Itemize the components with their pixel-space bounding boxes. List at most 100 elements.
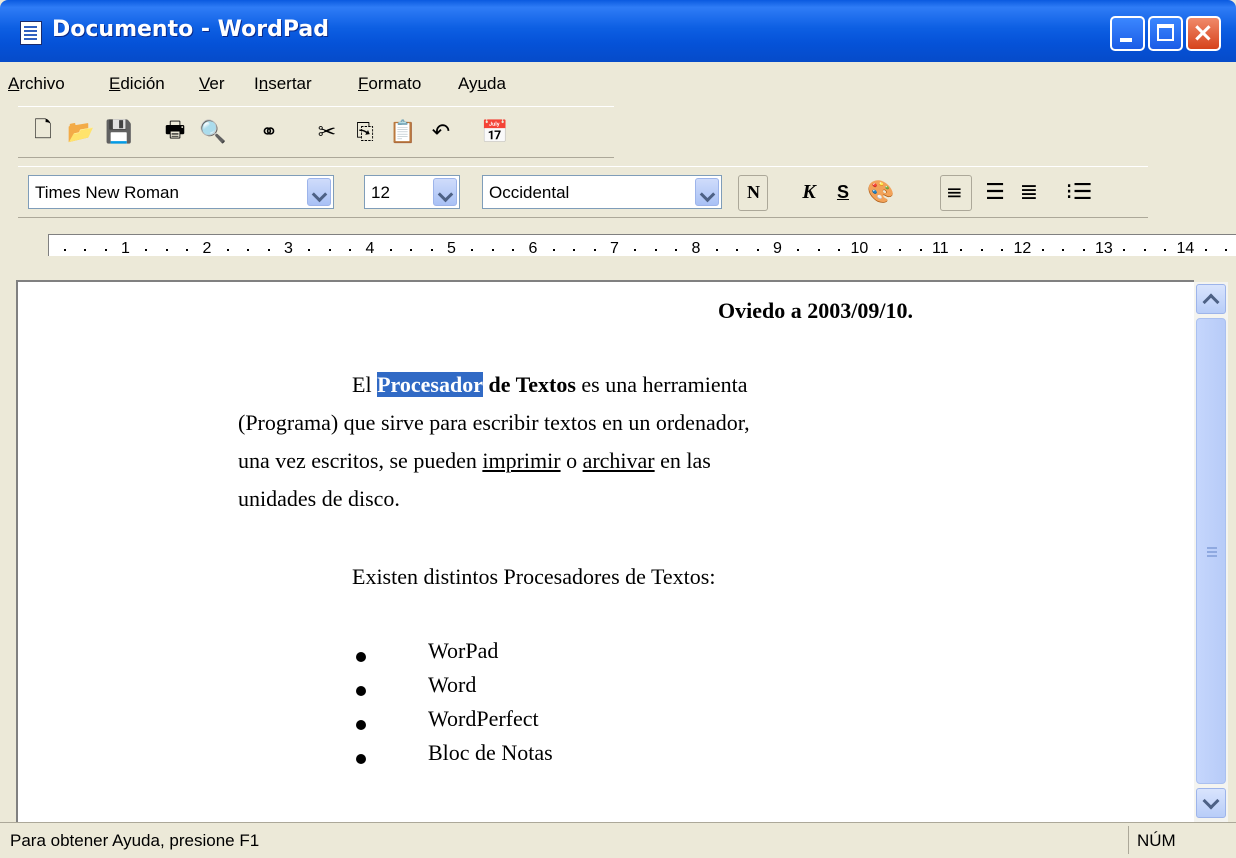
ruler-tick [1001, 249, 1004, 251]
ruler-tick [328, 249, 331, 251]
ruler-tick [1143, 249, 1146, 251]
list-item: WordPerfect [428, 706, 539, 731]
vertical-scrollbar[interactable] [1194, 282, 1228, 822]
menu-ver[interactable]: Ver [199, 74, 225, 94]
ruler-tick [899, 249, 902, 251]
wordpad-document-icon[interactable] [20, 21, 42, 45]
ruler-bar: 123456789101112131415 [48, 234, 1236, 257]
menu-formato[interactable]: Formato [358, 74, 421, 94]
text-archivar: archivar [582, 448, 655, 473]
ruler-tick [410, 249, 413, 251]
ruler-number: 6 [528, 240, 538, 257]
ruler-tick [1041, 249, 1044, 251]
align-center-icon[interactable]: ☰ [980, 177, 1010, 207]
scroll-down-arrow-icon[interactable] [1196, 788, 1226, 818]
menu-archivo[interactable]: Archivo [8, 74, 65, 94]
align-left-icon: ≡ [946, 180, 963, 204]
ruler-tick [1204, 249, 1207, 251]
ruler-tick [84, 249, 87, 251]
bullets-icon[interactable]: ⁝☰ [1064, 177, 1094, 207]
cut-scissors-icon[interactable]: ✂ [312, 117, 342, 147]
scroll-up-arrow-icon[interactable] [1196, 284, 1226, 314]
undo-icon[interactable]: ↶ [426, 117, 456, 147]
script-value: Occidental [489, 183, 570, 202]
ruler-tick [471, 249, 474, 251]
ruler-tick [63, 249, 66, 251]
ruler-number: 2 [202, 240, 212, 257]
align-left-button[interactable]: ≡ [940, 175, 972, 211]
font-name-combo[interactable]: Times New Roman [28, 175, 334, 209]
print-icon[interactable]: 🖶 [160, 117, 190, 147]
wordpad-window: Documento - WordPad × Archivo Edición Ve… [0, 0, 1236, 858]
chevron-down-icon[interactable] [433, 178, 457, 206]
bold-button[interactable]: N [738, 175, 768, 211]
ruler-tick [430, 249, 433, 251]
ruler[interactable]: 123456789101112131415 [40, 230, 1236, 264]
document-area[interactable]: Oviedo a 2003/09/10. El Procesador de Te… [16, 280, 1194, 822]
list-item: WorPad [428, 638, 499, 663]
text-bold-de-textos: de Textos [488, 372, 576, 397]
italic-button[interactable]: K [794, 177, 824, 207]
minimize-button[interactable] [1110, 16, 1145, 51]
scroll-thumb[interactable] [1196, 318, 1226, 784]
ruler-tick [1164, 249, 1167, 251]
list-item: Bloc de Notas [428, 740, 553, 765]
new-document-icon[interactable]: 🗋 [28, 117, 58, 147]
text-en-las: en las [660, 448, 711, 473]
text-imprimir: imprimir [482, 448, 561, 473]
ruler-tick [980, 249, 983, 251]
window-title: Documento - WordPad [52, 17, 329, 42]
save-icon[interactable]: 💾 [104, 117, 134, 147]
ruler-tick [267, 249, 270, 251]
paragraph-line-1: El Procesador de Textos es una herramien… [352, 372, 748, 398]
paste-icon[interactable]: 📋 [388, 117, 418, 147]
open-folder-icon[interactable]: 📂 [66, 117, 96, 147]
ruler-tick [960, 249, 963, 251]
grip-icon [1207, 547, 1217, 549]
text-rest: es una herramienta [581, 372, 748, 397]
insert-date-time-icon[interactable]: 📅 [480, 117, 510, 147]
copy-icon[interactable]: ⎘ [350, 117, 380, 147]
align-right-icon[interactable]: ≣ [1014, 177, 1044, 207]
menu-insertar[interactable]: Insertar [254, 74, 312, 94]
paragraph-line-4: unidades de disco. [238, 486, 400, 511]
close-button[interactable]: × [1186, 16, 1221, 51]
text-el: El [352, 372, 372, 397]
find-binoculars-icon[interactable]: ⚭ [254, 117, 284, 147]
ruler-tick [308, 249, 311, 251]
ruler-tick [675, 249, 678, 251]
ruler-tick [491, 249, 494, 251]
maximize-button[interactable] [1148, 16, 1183, 51]
ruler-tick [1123, 249, 1126, 251]
paragraph-existen: Existen distintos Procesadores de Textos… [352, 564, 716, 589]
ruler-number: 5 [447, 240, 456, 257]
chevron-down-icon[interactable] [695, 178, 719, 206]
ruler-tick [1225, 249, 1228, 251]
print-preview-icon[interactable]: 🔍 [198, 117, 228, 147]
title-bar[interactable]: Documento - WordPad × [0, 0, 1236, 62]
ruler-tick [1082, 249, 1085, 251]
underline-button[interactable]: S [828, 177, 858, 207]
ruler-tick [512, 249, 515, 251]
text-o: o [566, 448, 578, 473]
ruler-tick [634, 249, 637, 251]
ruler-tick [715, 249, 718, 251]
ruler-tick [389, 249, 392, 251]
list-item: Word [428, 672, 477, 697]
ruler-tick [165, 249, 168, 251]
color-palette-icon[interactable]: 🎨 [866, 177, 896, 207]
paragraph-line-2: (Programa) que sirve para escribir texto… [238, 410, 750, 435]
ruler-number: 7 [610, 240, 619, 257]
selected-word[interactable]: Procesador [377, 372, 483, 397]
status-bar: Para obtener Ayuda, presione F1 NÚM [0, 822, 1236, 858]
ruler-number: 14 [1176, 240, 1195, 257]
menu-ayuda[interactable]: Ayuda [458, 74, 506, 94]
ruler-tick [186, 249, 189, 251]
font-size-combo[interactable]: 12 [364, 175, 460, 209]
menu-bar: Archivo Edición Ver Insertar Formato Ayu… [4, 66, 1232, 102]
ruler-tick [878, 249, 881, 251]
script-combo[interactable]: Occidental [482, 175, 722, 209]
close-icon: × [1192, 18, 1214, 48]
chevron-down-icon[interactable] [307, 178, 331, 206]
menu-edicion[interactable]: Edición [109, 74, 165, 94]
